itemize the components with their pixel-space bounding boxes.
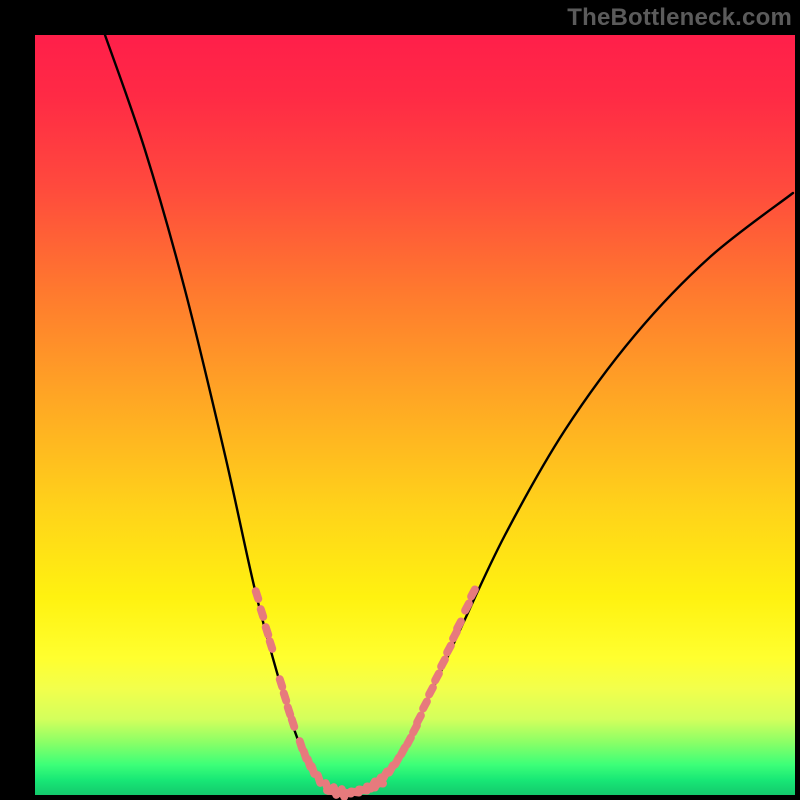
watermark-text: TheBottleneck.com	[567, 4, 792, 32]
bottleneck-curve	[105, 35, 793, 793]
marker-capsule	[265, 636, 278, 654]
chart-frame: TheBottleneck.com	[0, 0, 800, 800]
data-markers	[251, 584, 481, 800]
marker-capsule	[251, 586, 264, 604]
curve-path	[105, 35, 793, 793]
marker-capsule	[418, 696, 433, 714]
marker-capsule	[287, 714, 300, 732]
marker-capsule	[275, 674, 288, 692]
marker-capsule	[279, 688, 292, 706]
marker-capsule	[460, 598, 475, 616]
marker-capsule	[261, 622, 274, 640]
marker-capsule	[256, 604, 269, 622]
curve-layer	[35, 35, 795, 795]
